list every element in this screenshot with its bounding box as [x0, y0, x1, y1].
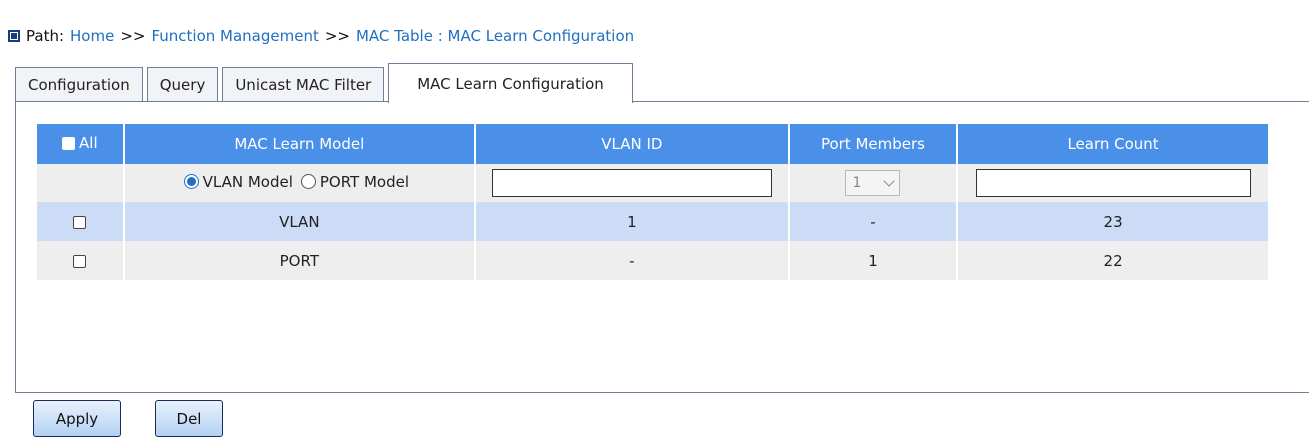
header-all-label: All — [79, 134, 98, 153]
cell-model: VLAN — [124, 202, 474, 241]
learn-count-input[interactable] — [975, 169, 1251, 197]
header-mac-learn-model: MAC Learn Model — [124, 124, 474, 164]
tab-content-panel: All MAC Learn Model VLAN ID Port Members… — [15, 101, 1309, 393]
cell-model: PORT — [124, 241, 474, 280]
vlan-id-input-cell — [475, 164, 788, 202]
tab-configuration[interactable]: Configuration — [15, 67, 143, 102]
apply-button[interactable]: Apply — [33, 400, 121, 437]
tab-mac-learn-configuration[interactable]: MAC Learn Configuration — [388, 63, 633, 103]
select-all-checkbox[interactable] — [62, 136, 76, 150]
cell-vlan-id: - — [475, 241, 788, 280]
chevron-down-icon — [883, 175, 896, 187]
cell-port-members: 1 — [789, 241, 957, 280]
breadcrumb-separator: >> — [120, 27, 146, 45]
header-vlan-id: VLAN ID — [475, 124, 788, 164]
del-button[interactable]: Del — [155, 400, 223, 437]
breadcrumb-separator: >> — [324, 27, 350, 45]
input-row-empty-cell — [37, 164, 123, 202]
cell-learn-count: 22 — [958, 241, 1268, 280]
learn-count-input-cell — [958, 164, 1268, 202]
row-checkbox-cell — [37, 241, 123, 280]
header-learn-count: Learn Count — [958, 124, 1268, 164]
cell-vlan-id: 1 — [475, 202, 788, 241]
breadcrumb: Path: Home >> Function Management >> MAC… — [8, 24, 634, 48]
breadcrumb-home-link[interactable]: Home — [70, 27, 114, 45]
tab-unicast-mac-filter[interactable]: Unicast MAC Filter — [222, 67, 385, 102]
breadcrumb-current-page-link[interactable]: MAC Table : MAC Learn Configuration — [356, 27, 634, 45]
row-checkbox[interactable] — [73, 215, 87, 229]
input-row: VLAN Model PORT Model 1 — [37, 164, 1268, 202]
table-header-row: All MAC Learn Model VLAN ID Port Members… — [37, 124, 1268, 164]
tab-bar: Configuration Query Unicast MAC Filter M… — [15, 63, 637, 103]
header-all: All — [37, 124, 123, 164]
port-members-select-cell: 1 — [789, 164, 957, 202]
header-port-members: Port Members — [789, 124, 957, 164]
breadcrumb-label: Path: — [26, 27, 65, 45]
tab-query[interactable]: Query — [146, 67, 219, 102]
vlan-model-radio[interactable] — [183, 174, 199, 190]
port-members-select[interactable]: 1 — [845, 170, 901, 196]
row-checkbox-cell — [37, 202, 123, 241]
breadcrumb-function-management-link[interactable]: Function Management — [151, 27, 318, 45]
port-model-radio[interactable] — [300, 174, 316, 190]
port-model-radio-label: PORT Model — [319, 172, 410, 191]
row-checkbox[interactable] — [73, 254, 87, 268]
square-icon — [8, 30, 20, 42]
cell-learn-count: 23 — [958, 202, 1268, 241]
model-radio-cell: VLAN Model PORT Model — [124, 164, 474, 202]
table-row: PORT - 1 22 — [37, 241, 1268, 280]
cell-port-members: - — [789, 202, 957, 241]
table-row: VLAN 1 - 23 — [37, 202, 1268, 241]
port-members-select-value: 1 — [852, 175, 862, 191]
mac-learn-table: All MAC Learn Model VLAN ID Port Members… — [35, 124, 1270, 280]
vlan-id-input[interactable] — [491, 169, 772, 197]
vlan-model-radio-label: VLAN Model — [202, 172, 293, 191]
